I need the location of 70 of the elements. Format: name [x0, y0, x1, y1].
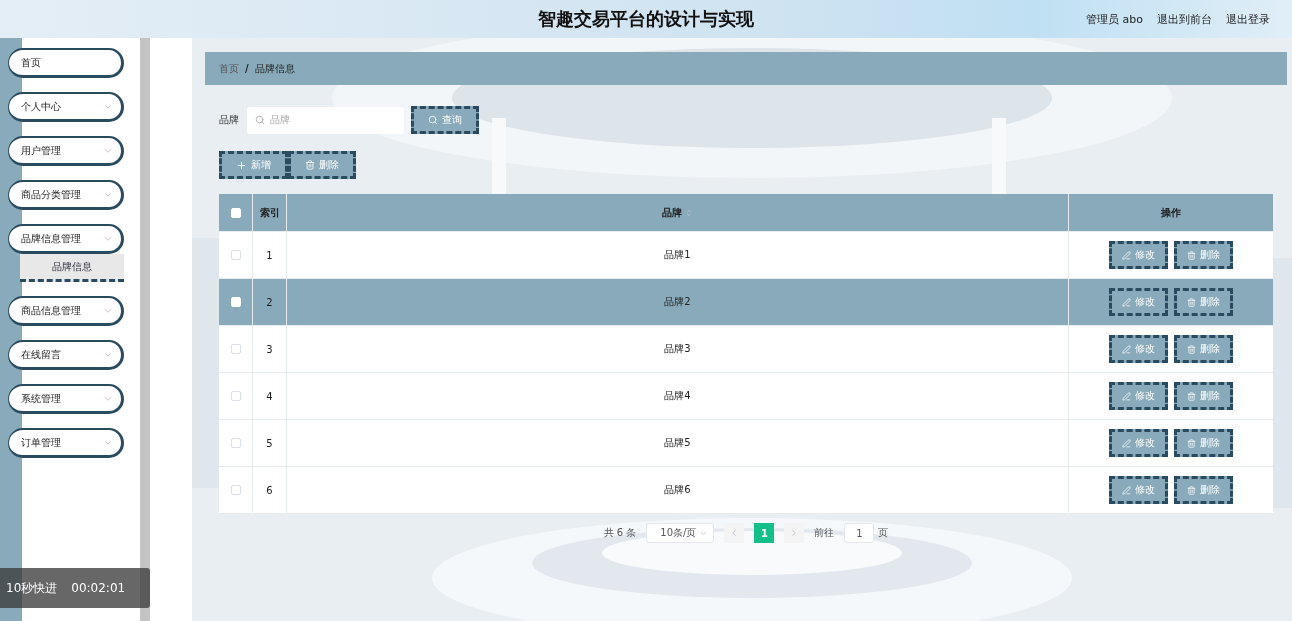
- breadcrumb-separator: /: [245, 63, 249, 74]
- header-link[interactable]: 退出到前台: [1157, 11, 1212, 27]
- site-title: 智趣交易平台的设计与实现: [538, 7, 754, 31]
- scrollbar[interactable]: [140, 38, 150, 621]
- goto-label: 前往: [814, 526, 835, 540]
- pencil-icon: [1122, 391, 1131, 401]
- table-cell: 5: [253, 420, 287, 466]
- column-header: 操作: [1160, 205, 1182, 220]
- sort-icon[interactable]: [685, 208, 693, 217]
- sidebar-item[interactable]: 用户管理: [8, 136, 124, 166]
- trash-icon: [1187, 344, 1196, 354]
- table-row[interactable]: 4 品牌4 修改 删除: [219, 373, 1273, 420]
- page-size-select[interactable]: 10条/页: [646, 523, 715, 543]
- search-icon: [255, 115, 265, 125]
- search-icon: [428, 115, 438, 125]
- sidebar-item[interactable]: 个人中心: [8, 92, 124, 122]
- table-cell: 6: [253, 467, 287, 513]
- trash-icon: [1187, 485, 1196, 495]
- search-label: 品牌: [219, 113, 239, 127]
- table-row[interactable]: 6 品牌6 修改 删除: [219, 467, 1273, 514]
- table-cell: 3: [253, 326, 287, 372]
- header-link[interactable]: 管理员 abo: [1086, 11, 1143, 27]
- table-row[interactable]: 5 品牌5 修改 删除: [219, 420, 1273, 467]
- sidebar-item[interactable]: 订单管理: [8, 428, 124, 458]
- table-row[interactable]: 1 品牌1 修改 删除: [219, 232, 1273, 279]
- pencil-icon: [1122, 438, 1131, 448]
- table-cell: 品牌1: [287, 232, 1069, 278]
- table-cell: 1: [253, 232, 287, 278]
- table-cell: 品牌3: [287, 326, 1069, 372]
- column-header[interactable]: 品牌: [287, 194, 1069, 231]
- plus-icon: [236, 159, 247, 171]
- row-checkbox[interactable]: [230, 391, 241, 401]
- sidebar-item[interactable]: 品牌信息管理: [8, 224, 124, 254]
- table-cell: 品牌2: [287, 279, 1069, 325]
- table-row[interactable]: 3 品牌3 修改 删除: [219, 326, 1273, 373]
- pencil-icon: [1122, 485, 1131, 495]
- table-cell: 品牌6: [287, 467, 1069, 513]
- row-checkbox[interactable]: [230, 438, 241, 448]
- submenu-item[interactable]: 品牌信息: [20, 254, 124, 282]
- trash-icon: [1187, 438, 1196, 448]
- trash-icon: [1187, 391, 1196, 401]
- pencil-icon: [1122, 297, 1131, 307]
- column-header: 索引: [253, 194, 287, 231]
- row-checkbox[interactable]: [230, 250, 241, 260]
- goto-page-field[interactable]: 1: [844, 523, 875, 543]
- header-link[interactable]: 退出登录: [1226, 11, 1270, 27]
- trash-icon: [1187, 250, 1196, 260]
- sidebar-item[interactable]: 商品分类管理: [8, 180, 124, 210]
- page-suffix: 页: [878, 526, 889, 540]
- row-checkbox[interactable]: [230, 344, 241, 354]
- breadcrumb-current: 品牌信息: [254, 61, 295, 76]
- fast-forward-label: 10秒快进: [6, 579, 58, 597]
- table-cell: 2: [253, 279, 287, 325]
- trash-icon: [305, 160, 315, 170]
- pencil-icon: [1122, 250, 1131, 260]
- sidebar-item[interactable]: 在线留言: [8, 340, 124, 370]
- next-page-button[interactable]: [784, 523, 805, 543]
- row-checkbox[interactable]: [230, 485, 241, 495]
- playback-time: 00:02:01: [71, 581, 126, 595]
- select-all-checkbox[interactable]: [230, 207, 241, 218]
- table-cell: 4: [253, 373, 287, 419]
- sidebar-item[interactable]: 商品信息管理: [8, 296, 124, 326]
- total-count: 共 6 条: [603, 526, 637, 540]
- sidebar-item[interactable]: 系统管理: [8, 384, 124, 414]
- prev-page-button[interactable]: [724, 523, 745, 543]
- table-cell: 品牌5: [287, 420, 1069, 466]
- pencil-icon: [1122, 344, 1131, 354]
- trash-icon: [1187, 297, 1196, 307]
- sidebar-item[interactable]: 首页: [8, 48, 124, 78]
- table-cell: 品牌4: [287, 373, 1069, 419]
